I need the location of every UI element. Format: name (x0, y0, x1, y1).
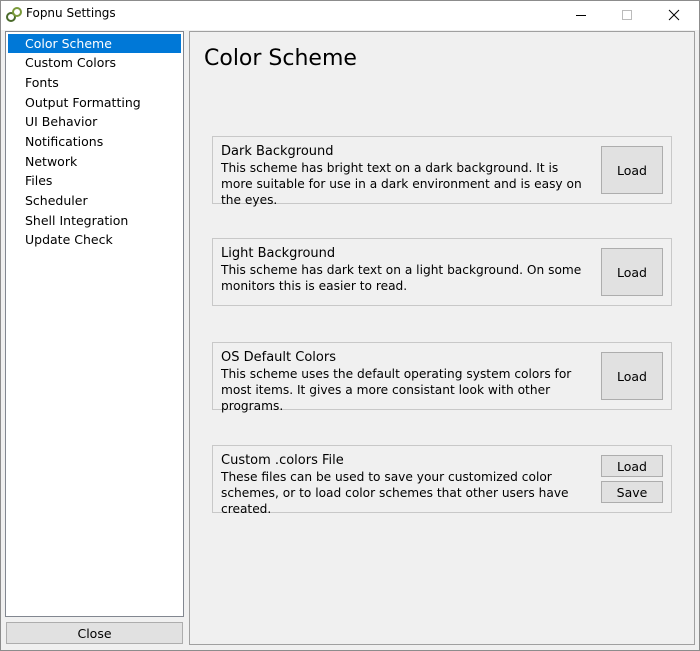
scheme-card-light: Light Background This scheme has dark te… (212, 238, 672, 306)
load-dark-button[interactable]: Load (601, 146, 663, 194)
scheme-card-os-default: OS Default Colors This scheme uses the d… (212, 342, 672, 413)
load-custom-file-button[interactable]: Load (601, 455, 663, 477)
sidebar-item-fonts[interactable]: Fonts (8, 73, 181, 92)
scheme-title: Custom .colors File (221, 453, 344, 468)
scheme-description: These files can be used to save your cus… (221, 470, 569, 516)
settings-category-list[interactable]: Color Scheme Custom Colors Fonts Output … (5, 31, 184, 617)
sidebar-item-custom-colors[interactable]: Custom Colors (8, 53, 181, 72)
scheme-description: This scheme has dark text on a light bac… (221, 263, 582, 293)
sidebar-item-scheduler[interactable]: Scheduler (8, 191, 181, 210)
load-os-default-button[interactable]: Load (601, 352, 663, 400)
minimize-icon (576, 15, 586, 16)
close-icon (668, 9, 680, 21)
sidebar-item-output-formatting[interactable]: Output Formatting (8, 93, 181, 112)
window-title: Fopnu Settings (26, 6, 116, 20)
scheme-title: Light Background (221, 246, 336, 261)
settings-panel: Color Scheme Dark Background This scheme… (189, 31, 695, 645)
sidebar-item-network[interactable]: Network (8, 152, 181, 171)
scheme-card-custom-file: Custom .colors File These files can be u… (212, 445, 672, 516)
scheme-description: This scheme uses the default operating s… (221, 367, 572, 413)
close-button[interactable]: Close (6, 622, 183, 644)
save-custom-file-button[interactable]: Save (601, 481, 663, 503)
sidebar-item-files[interactable]: Files (8, 171, 181, 190)
sidebar-item-color-scheme[interactable]: Color Scheme (8, 34, 181, 53)
scheme-description: This scheme has bright text on a dark ba… (221, 161, 582, 207)
sidebar-item-update-check[interactable]: Update Check (8, 230, 181, 249)
sidebar-item-notifications[interactable]: Notifications (8, 132, 181, 151)
title-bar: Fopnu Settings (0, 0, 700, 30)
minimize-button[interactable] (558, 0, 604, 30)
page-title: Color Scheme (204, 46, 357, 71)
scheme-card-dark: Dark Background This scheme has bright t… (212, 136, 672, 207)
sidebar-item-shell-integration[interactable]: Shell Integration (8, 211, 181, 230)
maximize-button[interactable] (604, 0, 650, 30)
sidebar-item-ui-behavior[interactable]: UI Behavior (8, 112, 181, 131)
app-logo-icon (6, 7, 22, 22)
window-close-button[interactable] (651, 0, 697, 30)
load-light-button[interactable]: Load (601, 248, 663, 296)
maximize-icon (622, 10, 632, 20)
scheme-title: Dark Background (221, 144, 334, 159)
scheme-title: OS Default Colors (221, 350, 336, 365)
